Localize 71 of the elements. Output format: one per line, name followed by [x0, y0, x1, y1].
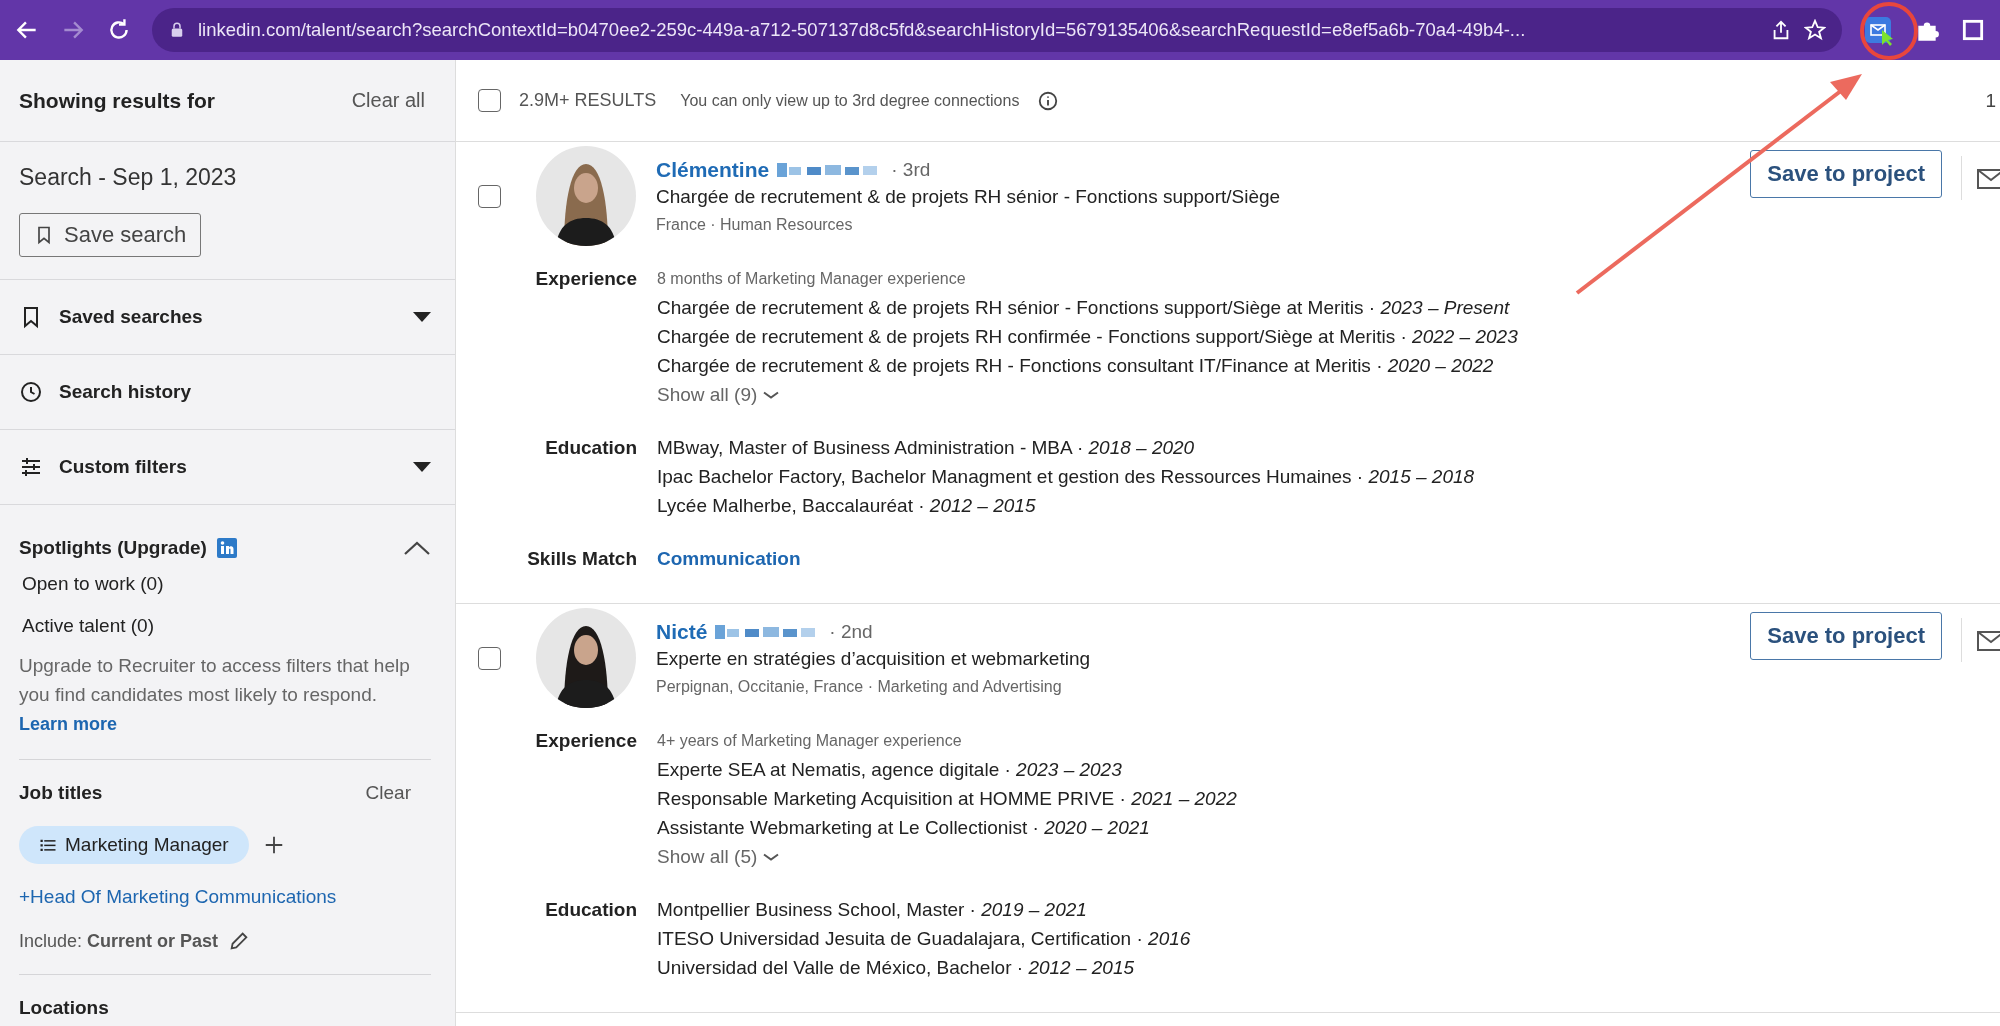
skill-link[interactable]: Communication	[657, 544, 801, 573]
history-entry: Assistante Webmarketing at Le Collectionist · 2020 – 2021	[657, 816, 1150, 840]
extension-icon[interactable]	[1862, 14, 1894, 46]
candidate-headline: Chargée de recrutement & de projets RH sénior - Fonctions support/Siège	[656, 186, 1282, 208]
linkedin-logo-icon	[216, 538, 237, 558]
job-titles-title: Job titles	[19, 782, 103, 804]
section-label: Skills Match	[526, 547, 637, 571]
save-to-project-button[interactable]: Save to project	[1750, 612, 1942, 660]
clock-icon	[19, 380, 43, 404]
history-entry: MBway, Master of Business Administration - MBA · 2018 – 2020	[657, 436, 1195, 460]
experience-summary: 8 months of Marketing Manager experience	[657, 269, 966, 289]
chevron-down-icon	[763, 390, 780, 399]
info-icon[interactable]	[1037, 89, 1060, 112]
url-text: linkedin.com/talent/search?searchContextId=b0470ee2-259c-449a-a712-507137d8c5fd&searchHistoryId=5679135406&searchRequestId=e8ef5a6b-70a4-49b4-...	[198, 19, 1527, 41]
connection-degree: · 2nd	[829, 621, 873, 643]
section-label: Education	[544, 436, 637, 460]
candidate-name[interactable]: Nicté	[656, 620, 708, 644]
include-setting: Include: Current or Past	[19, 930, 219, 952]
history-entry: Responsable Marketing Acquisition at HOMME PRIVE · 2021 – 2022	[657, 787, 1237, 811]
history-entry: Chargée de recrutement & de projets RH sénior - Fonctions support/Siège at Meritis · 2023 – Present	[657, 296, 1510, 320]
clear-link[interactable]: Clear	[365, 782, 411, 804]
select-all-checkbox[interactable]	[478, 89, 501, 112]
chevron-down-icon	[763, 852, 780, 861]
search-name: Search - Sep 1, 2023	[19, 164, 238, 191]
candidate-headline: Experte en stratégies d’acquisition et webmarketing	[656, 648, 1092, 670]
candidate-location: France · Human Resources	[656, 216, 854, 234]
candidate-checkbox[interactable]	[478, 646, 501, 670]
history-entry: Universidad del Valle de México, Bachelor · 2012 – 2015	[657, 956, 1135, 980]
save-search-button[interactable]: Save search	[19, 213, 202, 257]
save-to-project-button[interactable]: Save to project	[1750, 150, 1942, 198]
show-all-button[interactable]: Show all (5)	[657, 842, 780, 871]
annotation-circle	[1860, 2, 1918, 60]
caret-up-icon[interactable]	[403, 540, 431, 556]
spotlight-filter[interactable]: Active talent (0)	[19, 609, 431, 643]
section-title[interactable]: Saved searches	[59, 306, 203, 328]
job-title-chip[interactable]: Marketing Manager	[19, 826, 249, 864]
history-entry: Montpellier Business School, Master · 2019 – 2021	[657, 898, 1087, 922]
section-title[interactable]: Custom filters	[59, 456, 187, 478]
history-entry: Experte SEA at Nematis, agence digitale · 2023 – 2023	[657, 758, 1122, 782]
caret-down-icon[interactable]	[413, 312, 431, 322]
connection-degree: · 3rd	[891, 159, 931, 181]
candidate-name[interactable]: Clémentine	[656, 158, 770, 182]
upgrade-description: Upgrade to Recruiter to access filters that help you find candidates most likely to respond. Learn more	[19, 654, 411, 736]
sliders-icon	[19, 455, 43, 479]
star-icon[interactable]	[1804, 19, 1826, 41]
history-entry: Chargée de recrutement & de projets RH confirmée - Fonctions support/Siège at Meritis · 2022 – 2023	[657, 325, 1518, 349]
section-label: Experience	[534, 267, 637, 291]
history-entry: Lycée Malherbe, Baccalauréat · 2012 – 2015	[657, 494, 1036, 518]
spotlights-title: Spotlights (Upgrade)	[19, 537, 207, 559]
clear-all-link[interactable]: Clear all	[345, 88, 431, 113]
history-entry: ITESO Universidad Jesuita de Guadalajara, Certification · 2016	[657, 927, 1191, 951]
learn-more-link[interactable]: Learn more	[19, 714, 118, 734]
caret-down-icon[interactable]	[413, 462, 431, 472]
spotlight-filter[interactable]: Open to work (0)	[19, 567, 431, 601]
section-label: Education	[544, 898, 637, 922]
results-count: 2.9M+ RESULTS	[519, 90, 657, 111]
section-label: Experience	[534, 729, 637, 753]
experience-summary: 4+ years of Marketing Manager experience	[657, 731, 962, 751]
window-icon[interactable]	[1960, 17, 1986, 43]
section-title: Locations	[19, 997, 109, 1018]
candidate-checkbox[interactable]	[478, 184, 501, 208]
address-bar[interactable]: linkedin.com/talent/search?searchContextId=b0470ee2-259c-449a-a712-507137d8c5fd&searchHistoryId=5679135406&searchRequestId=e8ef5a6b-70a4-49b4-...	[152, 8, 1842, 52]
page-number: 1	[1985, 89, 1996, 112]
sidebar-title: Showing results for	[19, 88, 215, 113]
section-title[interactable]: Search history	[59, 381, 191, 403]
connections-note: You can only view up to 3rd degree connections	[680, 91, 1020, 110]
suggested-title-link[interactable]: +Head Of Marketing Communications	[19, 886, 431, 908]
history-entry: Chargée de recrutement & de projets RH - Fonctions consultant IT/Finance at Meritis · 2020 – 2022	[657, 354, 1494, 378]
candidate-location: Perpignan, Occitanie, France · Marketing and Advertising	[656, 678, 1063, 696]
history-entry: Ipac Bachelor Factory, Bachelor Managment et gestion des Ressources Humaines · 2015 – 2018	[657, 465, 1475, 489]
show-all-button[interactable]: Show all (9)	[657, 380, 780, 409]
